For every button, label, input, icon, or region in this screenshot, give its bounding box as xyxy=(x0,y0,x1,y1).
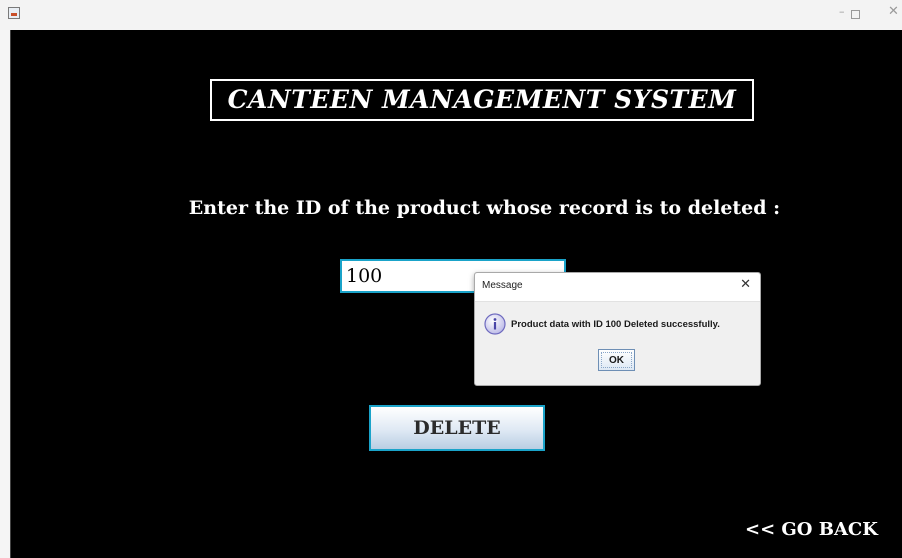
dialog-title: Message xyxy=(482,280,523,291)
id-prompt-label: Enter the ID of the product whose record… xyxy=(188,197,781,219)
title-box: CANTEEN MANAGEMENT SYSTEM xyxy=(210,79,754,121)
ok-button[interactable]: OK xyxy=(598,349,635,371)
app-window: – ✕ CANTEEN MANAGEMENT SYSTEM Enter the … xyxy=(0,0,902,558)
dialog-close-button[interactable]: ✕ xyxy=(740,277,751,292)
java-app-icon xyxy=(8,7,20,19)
info-icon xyxy=(484,313,506,335)
window-close-button[interactable]: ✕ xyxy=(888,5,899,19)
go-back-link[interactable]: << GO BACK xyxy=(745,518,878,542)
window-titlebar: – ✕ xyxy=(0,0,902,30)
delete-button[interactable]: DELETE xyxy=(369,405,545,451)
maximize-button[interactable] xyxy=(851,10,860,19)
dialog-titlebar: Message ✕ xyxy=(475,273,760,302)
message-dialog: Message ✕ Product data with ID 100 Delet… xyxy=(474,272,761,386)
dialog-message: Product data with ID 100 Deleted success… xyxy=(511,319,720,330)
minimize-button[interactable]: – xyxy=(839,5,845,19)
page-title: CANTEEN MANAGEMENT SYSTEM xyxy=(227,85,737,114)
main-panel: CANTEEN MANAGEMENT SYSTEM Enter the ID o… xyxy=(11,30,902,558)
